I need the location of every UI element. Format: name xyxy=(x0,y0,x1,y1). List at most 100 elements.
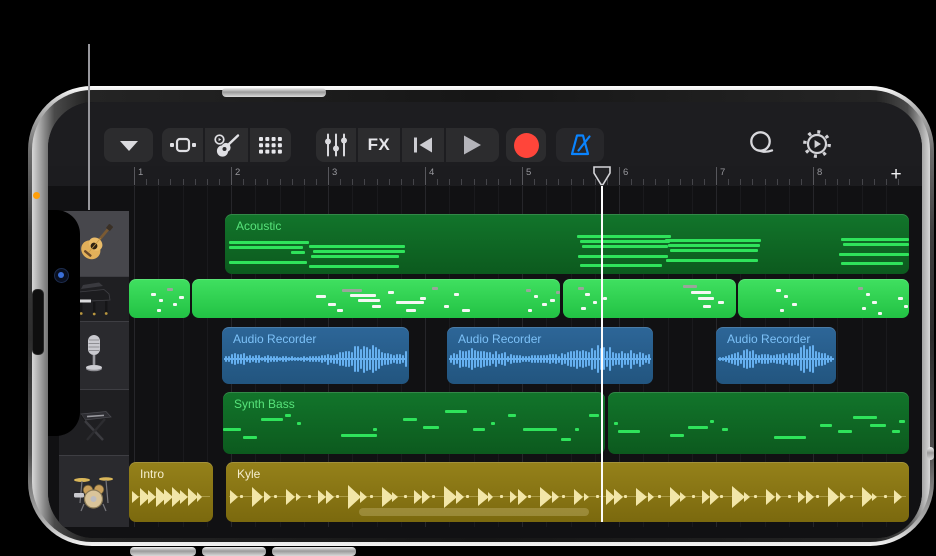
instrument-browser-icon xyxy=(213,134,239,157)
rewind-icon xyxy=(413,137,432,153)
track-header-drum-kit[interactable] xyxy=(59,455,129,527)
ruler-minor-tick xyxy=(158,179,160,185)
instrument-browser-button[interactable] xyxy=(205,128,248,162)
waveform-bar xyxy=(746,348,748,370)
midi-note xyxy=(870,424,886,427)
rewind-button[interactable] xyxy=(402,128,444,162)
volume-up-button xyxy=(130,547,196,556)
metronome-icon xyxy=(570,134,591,156)
transport-group: FX xyxy=(316,128,499,162)
waveform-bar xyxy=(812,345,814,373)
region-acoustic[interactable]: Acoustic xyxy=(225,214,909,274)
waveform-bar xyxy=(396,353,398,365)
ruler-minor-tick xyxy=(146,179,148,185)
ruler-minor-tick xyxy=(194,179,196,185)
ruler-minor-tick xyxy=(340,179,342,185)
waveform-bar xyxy=(483,350,485,368)
region-intro[interactable]: Intro xyxy=(129,462,213,522)
metronome-button[interactable] xyxy=(556,128,604,162)
beat-transient xyxy=(680,491,686,502)
midi-note xyxy=(157,309,161,312)
waveform-bar xyxy=(261,356,263,362)
callout-line xyxy=(88,44,90,210)
waveform-bar xyxy=(809,345,811,373)
song-settings-button[interactable] xyxy=(800,125,834,163)
midi-note xyxy=(403,418,417,421)
beat-transient xyxy=(518,488,527,505)
tracks-view-button[interactable] xyxy=(162,128,204,162)
loop-browser-button[interactable] xyxy=(746,126,776,162)
waveform-bar xyxy=(737,352,739,366)
waveform-bar xyxy=(489,352,491,366)
waveform-bar xyxy=(390,354,392,364)
song-sections-button[interactable] xyxy=(104,128,153,162)
waveform-bar xyxy=(279,356,281,362)
midi-note xyxy=(585,293,590,296)
beat-transient xyxy=(422,490,430,504)
play-button[interactable] xyxy=(445,128,499,162)
region-kyle[interactable]: Kyle xyxy=(226,462,909,522)
app-screen: FX 1 2 3 4 5 6 7 8 + Acoustic Audio Reco… xyxy=(48,102,922,538)
waveform-bar xyxy=(549,354,551,364)
beat-dot xyxy=(850,495,853,498)
fx-button[interactable]: FX xyxy=(357,128,401,162)
add-bars-button[interactable]: + xyxy=(884,164,908,186)
waveform-bar xyxy=(399,353,401,365)
beat-transient xyxy=(360,491,367,503)
beat-transient xyxy=(252,487,263,507)
midi-note xyxy=(670,249,758,252)
beat-transient xyxy=(197,492,202,502)
ruler-minor-tick xyxy=(740,179,742,185)
waveform-bar xyxy=(471,347,473,371)
region-audio-recorder[interactable]: Audio Recorder xyxy=(716,327,836,384)
beat-dot xyxy=(274,495,277,498)
mixer-icon xyxy=(324,133,347,157)
ruler-minor-tick xyxy=(267,179,269,185)
midi-note xyxy=(703,305,711,308)
region-grand-piano[interactable] xyxy=(738,279,909,318)
earpiece-speaker xyxy=(32,289,44,355)
waveform-bar xyxy=(719,357,721,361)
midi-note xyxy=(858,287,863,290)
ruler-minor-tick xyxy=(170,179,172,185)
ruler-minor-tick xyxy=(570,179,572,185)
control-bar: FX xyxy=(48,102,922,166)
waveform-bar xyxy=(492,353,494,365)
region-grand-piano[interactable] xyxy=(129,279,190,318)
region-grand-piano[interactable] xyxy=(192,279,560,318)
region-audio-recorder[interactable]: Audio Recorder xyxy=(447,327,653,384)
region-synth-bass[interactable]: Synth Bass xyxy=(223,392,605,454)
beat-transient xyxy=(872,492,877,501)
waveform-bar xyxy=(597,345,599,373)
record-button[interactable] xyxy=(506,128,546,162)
playhead-line[interactable] xyxy=(601,186,603,522)
ruler-minor-tick xyxy=(437,179,439,185)
ruler-minor-tick xyxy=(291,179,293,185)
waveform-bar xyxy=(758,355,760,363)
region-keyboard-stand[interactable] xyxy=(608,392,909,454)
beat-transient xyxy=(392,491,398,502)
midi-note xyxy=(784,295,788,298)
midi-note xyxy=(462,309,470,312)
waveform-bar xyxy=(228,355,230,363)
midi-note xyxy=(691,291,711,294)
mixer-button[interactable] xyxy=(316,128,356,162)
waveform-bar xyxy=(348,350,350,368)
waveform-bar xyxy=(387,352,389,366)
midi-note xyxy=(491,422,495,425)
beat-transient xyxy=(286,489,295,505)
playhead-handle[interactable] xyxy=(592,166,611,186)
ruler-bar-tick xyxy=(328,167,329,185)
region-audio-recorder[interactable]: Audio Recorder xyxy=(222,327,409,384)
waveform-bar xyxy=(462,351,464,367)
waveform-bar xyxy=(498,354,500,364)
region-grand-piano[interactable] xyxy=(563,279,736,318)
ruler-minor-tick xyxy=(655,179,657,185)
waveform-bar xyxy=(636,353,638,365)
live-loops-button[interactable] xyxy=(249,128,292,162)
ruler-minor-tick xyxy=(631,179,633,185)
waveform-bar xyxy=(381,352,383,366)
waveform-bar xyxy=(788,353,790,365)
timeline-ruler[interactable]: 1 2 3 4 5 6 7 8 xyxy=(48,166,922,187)
beat-transient xyxy=(648,491,654,502)
